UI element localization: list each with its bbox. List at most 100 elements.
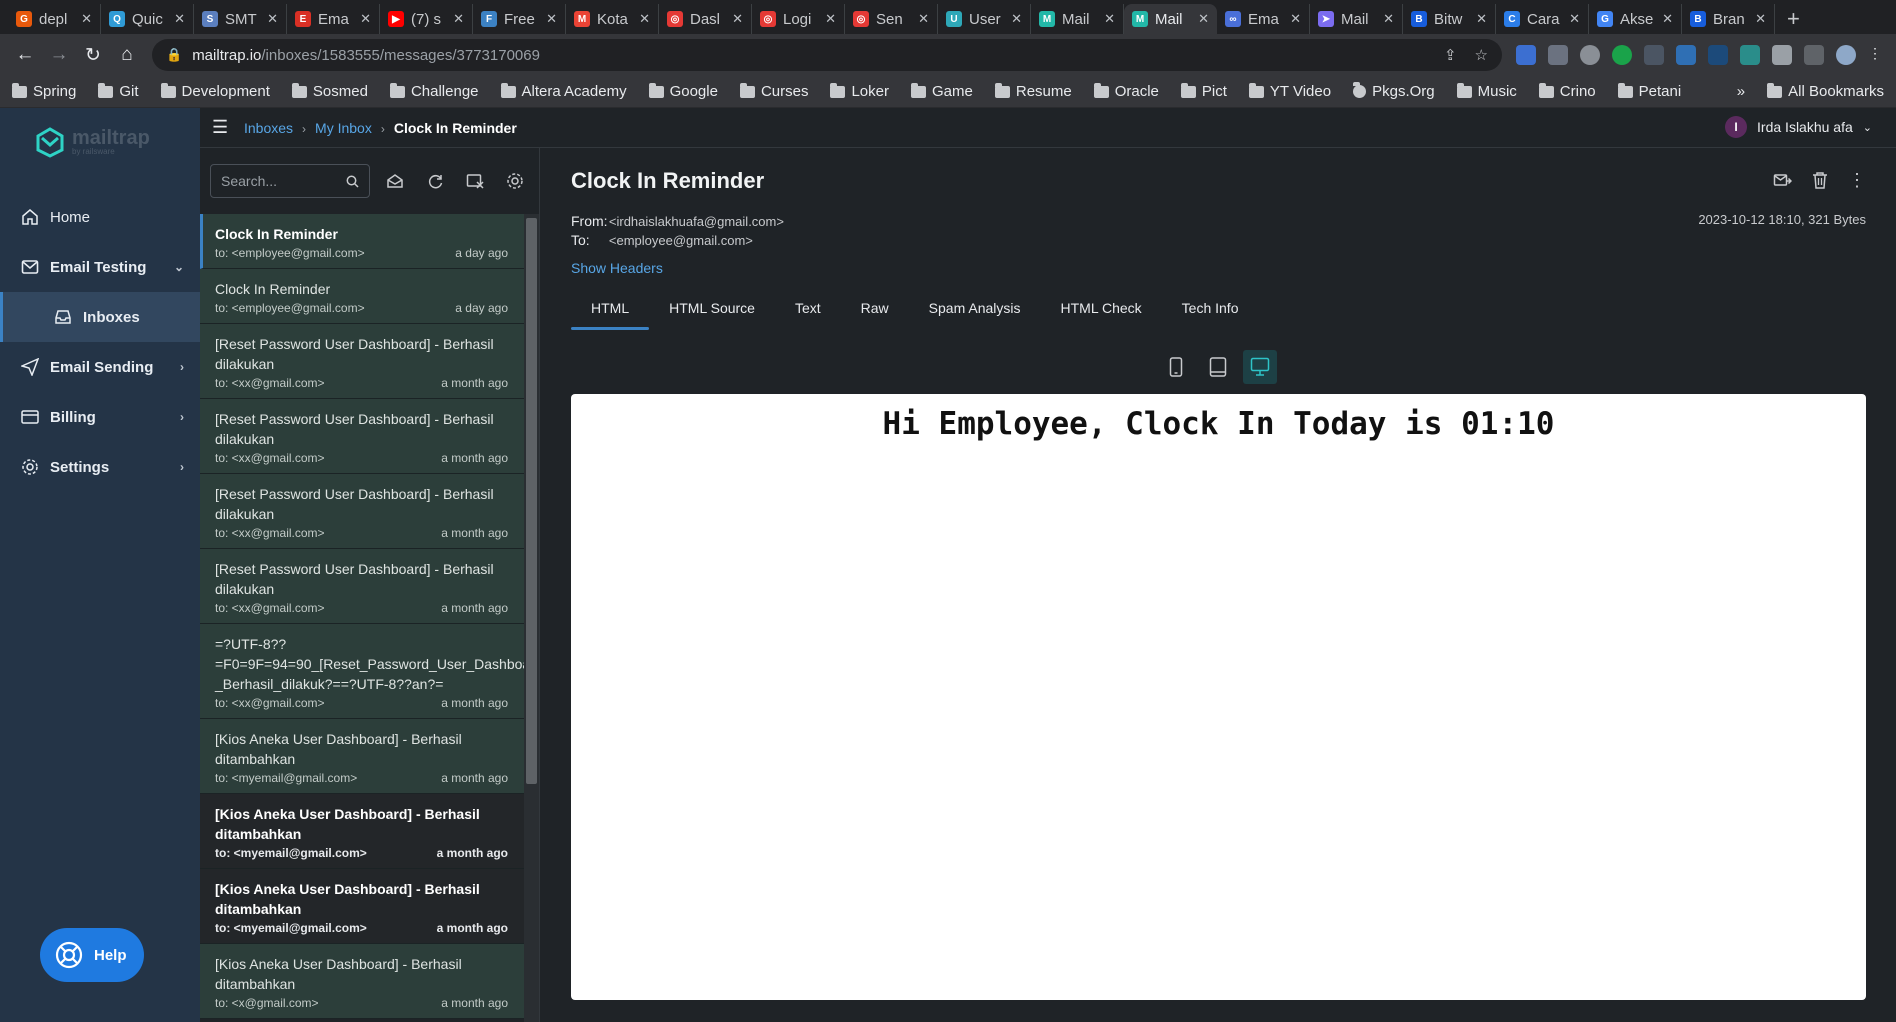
extension-icon[interactable]	[1708, 45, 1728, 65]
close-icon[interactable]: ✕	[1011, 11, 1022, 27]
browser-tab[interactable]: B Bitw ✕	[1403, 4, 1496, 34]
bookmark-item[interactable]: Challenge	[389, 82, 479, 100]
close-icon[interactable]: ✕	[918, 11, 929, 27]
profile-avatar-icon[interactable]	[1836, 45, 1856, 65]
bookmark-item[interactable]: Pict	[1180, 82, 1227, 100]
sidebar-item-email-sending[interactable]: Email Sending ›	[0, 342, 200, 392]
bookmark-item[interactable]: Pkgs.Org	[1353, 82, 1435, 100]
browser-tab[interactable]: S SMT ✕	[194, 4, 287, 34]
bookmark-item[interactable]: YT Video	[1248, 82, 1331, 100]
translate-extension-icon[interactable]	[1516, 45, 1536, 65]
tab-spam-analysis[interactable]: Spam Analysis	[909, 286, 1041, 330]
close-icon[interactable]: ✕	[546, 11, 557, 27]
bookmark-item[interactable]: Resume	[994, 82, 1072, 100]
home-icon[interactable]: ⌂	[110, 38, 144, 72]
mobile-view-icon[interactable]	[1159, 350, 1193, 384]
gear-icon[interactable]	[500, 166, 530, 196]
close-icon[interactable]: ✕	[360, 11, 371, 27]
tab-html-check[interactable]: HTML Check	[1041, 286, 1162, 330]
tab-html[interactable]: HTML	[571, 286, 650, 330]
browser-tab[interactable]: ◎ Dasl ✕	[659, 4, 752, 34]
message-list-item[interactable]: [Reset Password User Dashboard] - Berhas…	[200, 474, 524, 549]
message-list-item[interactable]: [Kios Aneka User Dashboard] - Berhasil d…	[200, 719, 524, 794]
sidebar-item-settings[interactable]: Settings ›	[0, 442, 200, 492]
tab-text[interactable]: Text	[775, 286, 841, 330]
close-icon[interactable]: ✕	[1755, 11, 1766, 27]
bookmark-item[interactable]: Google	[648, 82, 718, 100]
message-list-item[interactable]: =?UTF-8??=F0=9F=94=90_[Reset_Password_Us…	[200, 624, 524, 719]
browser-tab[interactable]: F Free ✕	[473, 4, 566, 34]
address-bar[interactable]: 🔒 mailtrap.io/inboxes/1583555/messages/3…	[152, 39, 1502, 71]
close-icon[interactable]: ✕	[1290, 11, 1301, 27]
message-list-item[interactable]: [Kios Aneka User Dashboard] - Berhasil d…	[200, 794, 524, 869]
close-icon[interactable]: ✕	[1104, 11, 1115, 27]
bookmark-item[interactable]: Sosmed	[291, 82, 368, 100]
bookmark-item[interactable]: Oracle	[1093, 82, 1159, 100]
browser-tab[interactable]: G Akse ✕	[1589, 4, 1682, 34]
extension-icon[interactable]	[1644, 45, 1664, 65]
bookmark-item[interactable]: Game	[911, 82, 973, 100]
mailtrap-logo[interactable]: mailtrap by railsware	[34, 126, 150, 158]
all-bookmarks[interactable]: All Bookmarks	[1767, 82, 1884, 100]
back-icon[interactable]: ←	[8, 38, 42, 72]
hamburger-menu-icon[interactable]: ☰	[212, 117, 232, 138]
message-list-item[interactable]: [Reset Password User Dashboard] - Berhas…	[200, 399, 524, 474]
help-button[interactable]: Help	[40, 928, 144, 982]
close-icon[interactable]: ✕	[1476, 11, 1487, 27]
search-input[interactable]: Search...	[210, 164, 370, 198]
close-icon[interactable]: ✕	[81, 11, 92, 27]
browser-tab[interactable]: E Ema ✕	[287, 4, 380, 34]
close-icon[interactable]: ✕	[1662, 11, 1673, 27]
bookmark-item[interactable]: Curses	[739, 82, 808, 100]
message-list-item[interactable]: [Kios Aneka User Dashboard] - Berhasil d…	[200, 944, 524, 1019]
browser-tab[interactable]: ◎ Sen ✕	[845, 4, 938, 34]
message-list-item[interactable]: [Reset Password User Dashboard] - Berhas…	[200, 549, 524, 624]
close-icon[interactable]: ✕	[267, 11, 278, 27]
sidebar-item-billing[interactable]: Billing ›	[0, 392, 200, 442]
bookmark-item[interactable]: Spring	[12, 82, 76, 100]
menu-kebab-icon[interactable]: ⋮	[1868, 45, 1882, 65]
mark-read-icon[interactable]	[380, 166, 410, 196]
reload-icon[interactable]: ↻	[76, 38, 110, 72]
bookmark-item[interactable]: Development	[160, 82, 270, 100]
browser-tab[interactable]: M Mail ✕	[1031, 4, 1124, 34]
side-panel-icon[interactable]	[1804, 45, 1824, 65]
message-list-item[interactable]: Clock In Reminder to: <employee@gmail.com…	[200, 214, 524, 269]
tab-html-source[interactable]: HTML Source	[649, 286, 775, 330]
message-list-item[interactable]: [Reset Password User Dashboard] - Berhas…	[200, 324, 524, 399]
close-icon[interactable]: ✕	[1569, 11, 1580, 27]
more-bookmarks-icon[interactable]: »	[1737, 83, 1745, 100]
sidebar-item-email-testing[interactable]: Email Testing ⌄	[0, 242, 200, 292]
close-icon[interactable]: ✕	[174, 11, 185, 27]
new-tab-button[interactable]: +	[1775, 4, 1812, 34]
clear-inbox-icon[interactable]	[460, 166, 490, 196]
extension-icon[interactable]	[1580, 45, 1600, 65]
refresh-icon[interactable]	[420, 166, 450, 196]
forward-icon[interactable]: →	[42, 38, 76, 72]
close-icon[interactable]: ✕	[453, 11, 464, 27]
extension-icon[interactable]	[1740, 45, 1760, 65]
browser-tab[interactable]: M Kota ✕	[566, 4, 659, 34]
close-icon[interactable]: ✕	[1198, 11, 1209, 27]
more-options-icon[interactable]: ⋮	[1848, 171, 1866, 192]
browser-tab[interactable]: ∞ Ema ✕	[1217, 4, 1310, 34]
breadcrumb-inboxes[interactable]: Inboxes	[244, 120, 293, 136]
browser-tab[interactable]: B Bran ✕	[1682, 4, 1775, 34]
user-menu[interactable]: I Irda Islakhu afa ⌄	[1725, 116, 1872, 138]
extension-icon[interactable]	[1548, 45, 1568, 65]
star-icon[interactable]: ☆	[1475, 46, 1488, 64]
trash-icon[interactable]	[1812, 172, 1828, 192]
extension-icon[interactable]	[1612, 45, 1632, 65]
bookmark-item[interactable]: Crino	[1538, 82, 1596, 100]
message-list-item[interactable]: [Kios Aneka User Dashboard] - Berhasil d…	[200, 869, 524, 944]
sidebar-item-home[interactable]: Home	[0, 192, 200, 242]
close-icon[interactable]: ✕	[639, 11, 650, 27]
browser-tab[interactable]: M Mail ✕	[1124, 4, 1217, 34]
close-icon[interactable]: ✕	[825, 11, 836, 27]
scrollbar-thumb[interactable]	[526, 218, 537, 784]
browser-tab[interactable]: Q Quic ✕	[101, 4, 194, 34]
tab-tech-info[interactable]: Tech Info	[1162, 286, 1259, 330]
browser-tab[interactable]: U User ✕	[938, 4, 1031, 34]
bookmark-item[interactable]: Petani	[1617, 82, 1681, 100]
browser-tab[interactable]: Gdepl ✕	[8, 4, 101, 34]
